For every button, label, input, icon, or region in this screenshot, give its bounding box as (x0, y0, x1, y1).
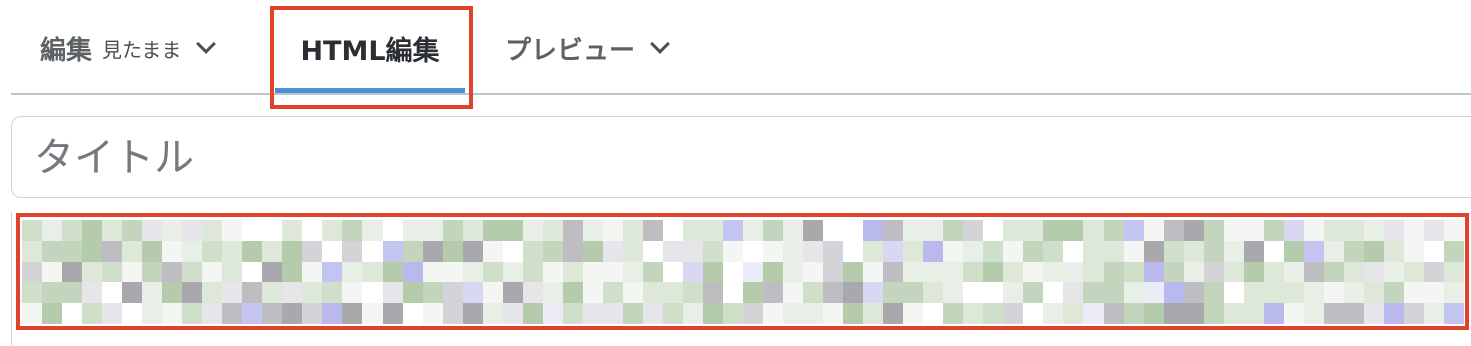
tab-edit-label: 編集 (40, 35, 93, 66)
tab-preview-label: プレビュー (505, 35, 636, 66)
title-field-wrapper (11, 116, 1471, 199)
editor-root: 編集 見たまま HTML編集 プレビュー (0, 0, 1471, 346)
highlight-box-html-tab (270, 6, 473, 109)
tabs-divider (11, 93, 1471, 95)
editor-mode-tabs: 編集 見たまま HTML編集 プレビュー (0, 0, 1471, 96)
title-input[interactable] (32, 117, 1436, 199)
chevron-down-icon (196, 34, 217, 54)
tab-edit-mode: 見たまま (102, 37, 182, 62)
tab-visual-edit[interactable]: 編集 見たまま (40, 0, 250, 96)
highlight-box-code-area (16, 213, 1469, 330)
chevron-down-icon (650, 34, 670, 54)
tab-preview[interactable]: プレビュー (505, 0, 695, 96)
